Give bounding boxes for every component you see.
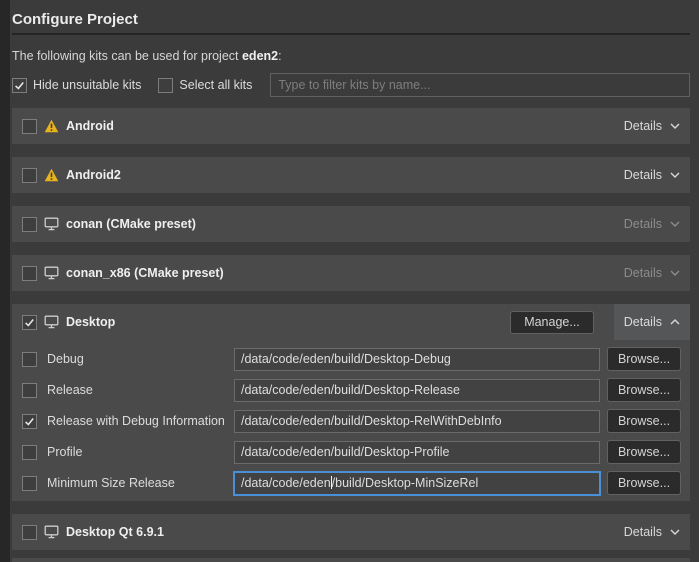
- kit-section-expanded: Desktop Manage... Details Debug /data/co…: [12, 304, 690, 501]
- kit-name: conan (CMake preset): [66, 217, 196, 231]
- manage-kits-button[interactable]: Manage...: [510, 311, 594, 334]
- kit-details-button[interactable]: Details: [624, 119, 680, 133]
- checkmark-icon: [23, 415, 36, 428]
- checkbox-label: Select all kits: [179, 78, 252, 92]
- build-directory-input[interactable]: /data/code/eden/build/Desktop-Debug: [234, 348, 600, 371]
- build-config-row: Minimum Size Release /data/code/eden/bui…: [22, 471, 681, 495]
- kit-row: conan (CMake preset) Details: [12, 206, 690, 242]
- kit-name: Desktop Qt 6.9.1: [66, 525, 164, 539]
- build-config-row: Release /data/code/eden/build/Desktop-Re…: [22, 378, 681, 402]
- build-config-label: Release with Debug Information: [47, 414, 225, 428]
- chevron-down-icon: [670, 221, 680, 227]
- checkmark-icon: [13, 79, 26, 92]
- page-title: Configure Project: [12, 10, 690, 35]
- build-config-label: Profile: [47, 445, 82, 459]
- chevron-up-icon: [670, 319, 680, 325]
- partial-next-row: [12, 558, 690, 562]
- build-config-checkbox[interactable]: [22, 476, 37, 491]
- intro-prefix: The following kits can be used for proje…: [12, 49, 242, 63]
- kit-details-button[interactable]: Details: [624, 217, 680, 231]
- build-config-checkbox[interactable]: [22, 445, 37, 460]
- intro-suffix: :: [278, 49, 281, 63]
- checkbox-label: Hide unsuitable kits: [33, 78, 141, 92]
- project-name: eden2: [242, 49, 278, 63]
- kit-name: Desktop: [66, 315, 115, 329]
- browse-button[interactable]: Browse...: [607, 440, 681, 464]
- desktop-icon: [44, 525, 59, 539]
- build-config-row: Release with Debug Information /data/cod…: [22, 409, 681, 433]
- kit-checkbox[interactable]: [22, 315, 37, 330]
- build-config-checkbox[interactable]: [22, 414, 37, 429]
- browse-button[interactable]: Browse...: [607, 471, 681, 495]
- kit-row: Desktop Qt 6.9.1 Details: [12, 514, 690, 550]
- kit-details-button[interactable]: Details: [624, 266, 680, 280]
- chevron-down-icon: [670, 172, 680, 178]
- kit-name: Android2: [66, 168, 121, 182]
- filter-controls: Hide unsuitable kits Select all kits: [12, 73, 690, 97]
- details-label: Details: [624, 315, 662, 329]
- build-directory-input[interactable]: /data/code/eden/build/Desktop-MinSizeRel: [234, 472, 600, 495]
- checkmark-icon: [23, 316, 36, 329]
- kit-row: conan_x86 (CMake preset) Details: [12, 255, 690, 291]
- select-all-kits-checkbox[interactable]: Select all kits: [158, 78, 252, 93]
- kit-name: Android: [66, 119, 114, 133]
- details-label: Details: [624, 217, 662, 231]
- details-label: Details: [624, 525, 662, 539]
- hide-unsuitable-kits-checkbox[interactable]: Hide unsuitable kits: [12, 78, 141, 93]
- build-config-label: Debug: [47, 352, 84, 366]
- build-config-label: Minimum Size Release: [47, 476, 175, 490]
- kit-filter-input[interactable]: [270, 73, 690, 97]
- kit-checkbox[interactable]: [22, 217, 37, 232]
- chevron-down-icon: [670, 123, 680, 129]
- checkbox[interactable]: [158, 78, 173, 93]
- browse-button[interactable]: Browse...: [607, 409, 681, 433]
- chevron-down-icon: [670, 270, 680, 276]
- configure-project-panel: Configure Project The following kits can…: [10, 0, 699, 550]
- build-config-checkbox[interactable]: [22, 352, 37, 367]
- kit-checkbox[interactable]: [22, 119, 37, 134]
- kit-row: Android2 Details: [12, 157, 690, 193]
- details-label: Details: [624, 266, 662, 280]
- kit-checkbox[interactable]: [22, 266, 37, 281]
- desktop-icon: [44, 217, 59, 231]
- kit-details-button[interactable]: Details: [614, 304, 690, 340]
- build-config-row: Debug /data/code/eden/build/Desktop-Debu…: [22, 347, 681, 371]
- desktop-icon: [44, 315, 59, 329]
- kit-list: Android Details Android2 Details conan (…: [12, 108, 690, 550]
- kit-row: Android Details: [12, 108, 690, 144]
- checkbox[interactable]: [12, 78, 27, 93]
- browse-button[interactable]: Browse...: [607, 378, 681, 402]
- warning-icon: [44, 119, 59, 133]
- kit-row: Desktop Manage... Details: [12, 304, 690, 340]
- desktop-icon: [44, 266, 59, 280]
- build-directory-input[interactable]: /data/code/eden/build/Desktop-Profile: [234, 441, 600, 464]
- build-config-list: Debug /data/code/eden/build/Desktop-Debu…: [12, 340, 690, 501]
- build-directory-input[interactable]: /data/code/eden/build/Desktop-Release: [234, 379, 600, 402]
- details-label: Details: [624, 168, 662, 182]
- intro-text: The following kits can be used for proje…: [12, 49, 690, 63]
- kit-checkbox[interactable]: [22, 168, 37, 183]
- kit-details-button[interactable]: Details: [624, 525, 680, 539]
- kit-name: conan_x86 (CMake preset): [66, 266, 224, 280]
- warning-icon: [44, 168, 59, 182]
- build-config-row: Profile /data/code/eden/build/Desktop-Pr…: [22, 440, 681, 464]
- kit-checkbox[interactable]: [22, 525, 37, 540]
- kit-details-button[interactable]: Details: [624, 168, 680, 182]
- chevron-down-icon: [670, 529, 680, 535]
- build-directory-input[interactable]: /data/code/eden/build/Desktop-RelWithDeb…: [234, 410, 600, 433]
- build-config-checkbox[interactable]: [22, 383, 37, 398]
- left-edge-strip: [0, 0, 10, 562]
- details-label: Details: [624, 119, 662, 133]
- browse-button[interactable]: Browse...: [607, 347, 681, 371]
- build-config-label: Release: [47, 383, 93, 397]
